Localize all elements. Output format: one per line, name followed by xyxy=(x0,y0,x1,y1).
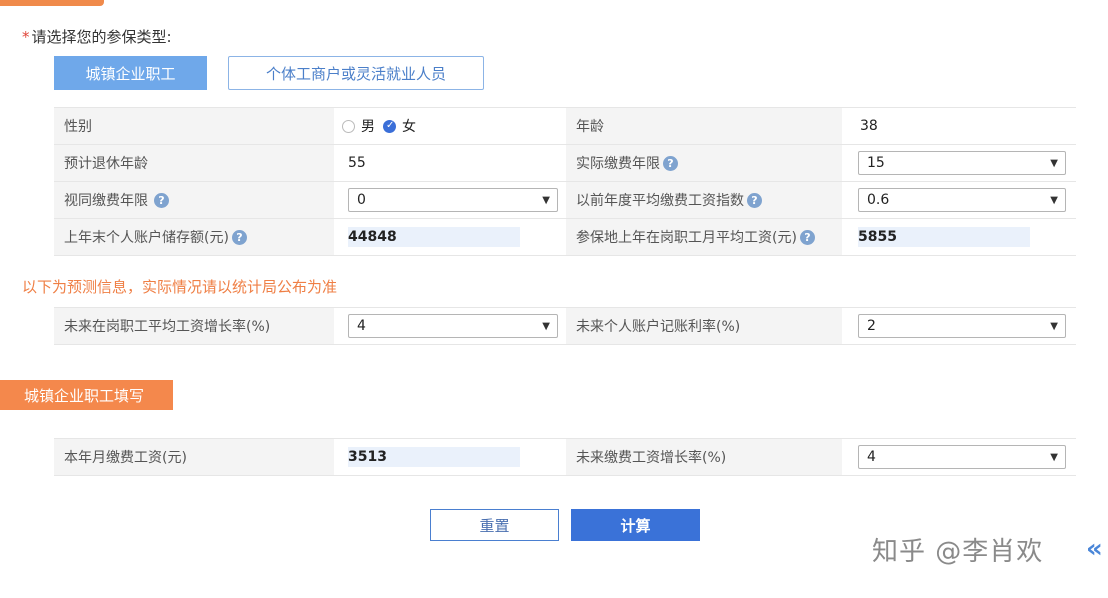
table-row: 性别 男 女 年龄 38 xyxy=(54,108,1076,145)
future-growth-label: 未来缴费工资增长率(%) xyxy=(566,439,842,475)
gender-radio-male[interactable]: 男 xyxy=(342,116,375,136)
dropdown-arrow-icon: ▼ xyxy=(1050,320,1058,332)
help-icon[interactable]: ? xyxy=(154,192,169,208)
gender-label: 性别 xyxy=(54,108,334,144)
table-row: 上年末个人账户储存额(元) ? 44848 参保地上年在岗职工月平均工资(元) … xyxy=(54,219,1076,256)
watermark: 知乎 @李肖欢 xyxy=(872,537,1044,567)
actual-years-cell: 15 ▼ xyxy=(842,145,1076,181)
reset-button[interactable]: 重置 xyxy=(430,509,559,541)
radio-unchecked-icon xyxy=(342,119,355,133)
actual-years-select[interactable]: 15 ▼ xyxy=(858,151,1066,175)
monthly-wage-cell: 3513 xyxy=(334,439,566,475)
required-mark: * xyxy=(22,28,30,46)
future-growth-cell: 4 ▼ xyxy=(842,439,1076,475)
account-balance-input[interactable]: 44848 xyxy=(348,227,520,247)
actual-years-label-cell: 实际缴费年限 ? xyxy=(566,145,842,181)
avg-wage-label-cell: 参保地上年在岗职工月平均工资(元) ? xyxy=(566,219,842,255)
help-icon[interactable]: ? xyxy=(799,229,815,245)
future-growth-select[interactable]: 4 ▼ xyxy=(858,445,1066,469)
monthly-wage-label: 本年月缴费工资(元) xyxy=(54,439,334,475)
table-row: 预计退休年龄 55 实际缴费年限 ? 15 ▼ xyxy=(54,145,1076,182)
table-row: 本年月缴费工资(元) 3513 未来缴费工资增长率(%) 4 ▼ xyxy=(54,439,1076,476)
account-rate-cell: 2 ▼ xyxy=(842,308,1076,344)
wage-growth-label: 未来在岗职工平均工资增长率(%) xyxy=(54,308,334,344)
avg-wage-input[interactable]: 5855 xyxy=(858,227,1030,247)
gender-female-label: 女 xyxy=(402,119,416,135)
avg-wage-cell: 5855 xyxy=(842,219,1076,255)
flexible-employment-type-button[interactable]: 个体工商户或灵活就业人员 xyxy=(228,56,484,90)
insurance-type-question: * 请选择您的参保类型: xyxy=(22,26,172,47)
avg-index-cell: 0.6 ▼ xyxy=(842,182,1076,218)
account-rate-select[interactable]: 2 ▼ xyxy=(858,314,1066,338)
wage-growth-select[interactable]: 4 ▼ xyxy=(348,314,558,338)
future-growth-value: 4 xyxy=(867,449,876,465)
monthly-wage-input[interactable]: 3513 xyxy=(348,447,520,467)
deemed-years-cell: 0 ▼ xyxy=(334,182,566,218)
retire-age-label: 预计退休年龄 xyxy=(54,145,334,181)
deemed-years-label-cell: 视同缴费年限 ? xyxy=(54,182,334,218)
help-icon[interactable]: ? xyxy=(663,155,678,171)
account-rate-label: 未来个人账户记账利率(%) xyxy=(566,308,842,344)
help-icon[interactable]: ? xyxy=(747,192,762,208)
account-rate-value: 2 xyxy=(867,318,876,334)
basic-info-table: 性别 男 女 年龄 38 预计退休年龄 55 实际缴费年限 ? 15 ▼ xyxy=(54,107,1076,256)
actual-years-value: 15 xyxy=(867,155,885,171)
calculate-button[interactable]: 计算 xyxy=(571,509,700,541)
deemed-years-value: 0 xyxy=(357,192,366,208)
employee-table: 本年月缴费工资(元) 3513 未来缴费工资增长率(%) 4 ▼ xyxy=(54,438,1076,476)
avg-index-label-cell: 以前年度平均缴费工资指数 ? xyxy=(566,182,842,218)
wage-growth-cell: 4 ▼ xyxy=(334,308,566,344)
dropdown-arrow-icon: ▼ xyxy=(1050,157,1058,169)
question-text: 请选择您的参保类型: xyxy=(31,28,172,46)
deemed-years-select[interactable]: 0 ▼ xyxy=(348,188,558,212)
avg-index-label: 以前年度平均缴费工资指数 xyxy=(576,193,744,209)
account-balance-cell: 44848 xyxy=(334,219,566,255)
dropdown-arrow-icon: ▼ xyxy=(1050,451,1058,463)
table-row: 视同缴费年限 ? 0 ▼ 以前年度平均缴费工资指数 ? 0.6 ▼ xyxy=(54,182,1076,219)
help-icon[interactable]: ? xyxy=(231,229,247,245)
forecast-table: 未来在岗职工平均工资增长率(%) 4 ▼ 未来个人账户记账利率(%) 2 ▼ xyxy=(54,307,1076,345)
radio-checked-icon xyxy=(383,119,396,133)
table-row: 未来在岗职工平均工资增长率(%) 4 ▼ 未来个人账户记账利率(%) 2 ▼ xyxy=(54,308,1076,345)
wage-growth-value: 4 xyxy=(357,318,366,334)
age-value: 38 xyxy=(842,108,1076,144)
actual-years-label: 实际缴费年限 xyxy=(576,156,660,172)
gender-radio-female[interactable]: 女 xyxy=(383,116,416,136)
gender-radio-group: 男 女 xyxy=(334,108,566,144)
dropdown-arrow-icon: ▼ xyxy=(1050,194,1058,206)
urban-employee-type-button[interactable]: 城镇企业职工 xyxy=(54,56,207,90)
chevron-left-icon[interactable]: « xyxy=(1086,534,1103,564)
dropdown-arrow-icon: ▼ xyxy=(542,194,550,206)
account-balance-label-cell: 上年末个人账户储存额(元) ? xyxy=(54,219,334,255)
age-label: 年龄 xyxy=(566,108,842,144)
forecast-notice: 以下为预测信息，实际情况请以统计局公布为准 xyxy=(22,278,338,296)
dropdown-arrow-icon: ▼ xyxy=(542,320,550,332)
avg-wage-label: 参保地上年在岗职工月平均工资(元) xyxy=(576,230,797,246)
top-tab-decoration xyxy=(0,0,104,6)
avg-index-select[interactable]: 0.6 ▼ xyxy=(858,188,1066,212)
deemed-years-label: 视同缴费年限 xyxy=(64,193,148,209)
section-title-tab: 城镇企业职工填写 xyxy=(0,380,173,410)
avg-index-value: 0.6 xyxy=(867,192,890,208)
account-balance-label: 上年末个人账户储存额(元) xyxy=(64,230,229,246)
retire-age-value: 55 xyxy=(334,145,566,181)
gender-male-label: 男 xyxy=(361,119,375,135)
